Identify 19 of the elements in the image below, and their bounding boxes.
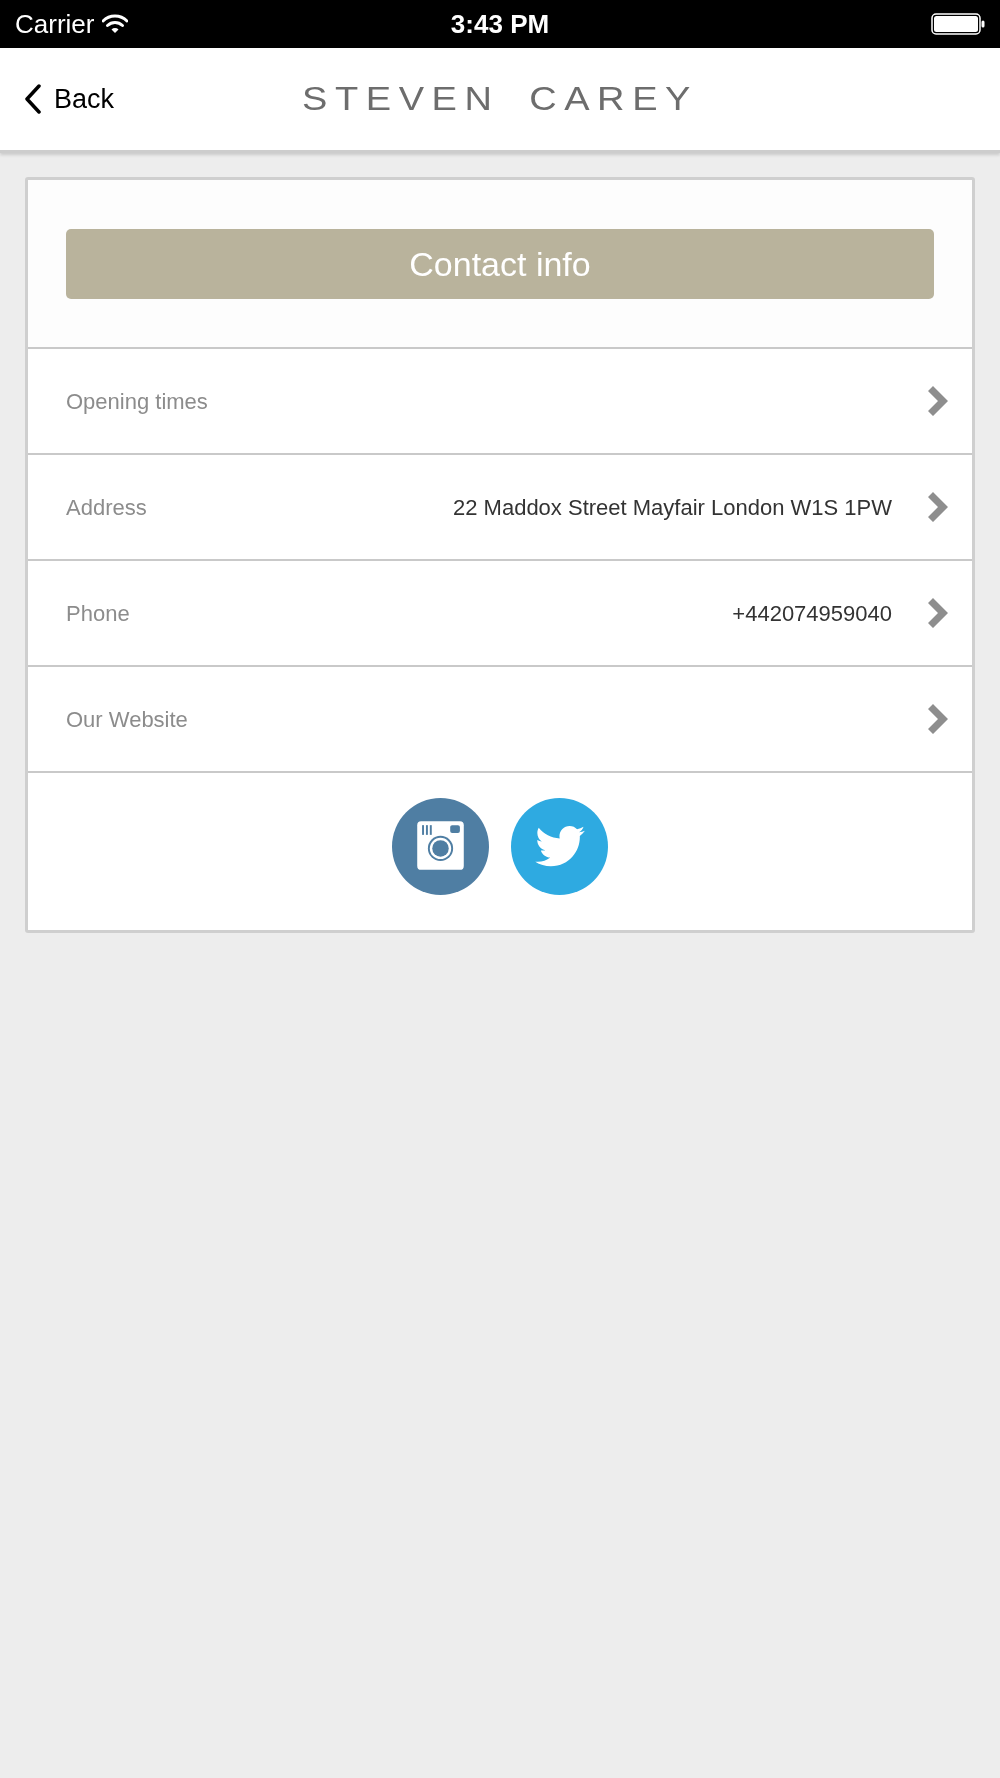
row-label: Phone	[66, 599, 130, 628]
bird-icon[interactable]	[511, 798, 608, 895]
status-time: 3:43 PM	[450, 11, 550, 37]
chevron-right-icon	[928, 598, 948, 628]
chevron-right-icon	[928, 492, 948, 522]
camera-icon[interactable]	[392, 798, 489, 895]
chevron-right-icon	[928, 386, 948, 416]
battery-icon	[931, 13, 985, 35]
row-label: Address	[66, 493, 147, 522]
chevron-right-icon	[928, 704, 948, 734]
carrier-name: Carrier	[15, 11, 95, 37]
row-value: +442074959040	[732, 599, 892, 628]
brand-logo: STEVEN CAREY	[301, 82, 699, 116]
back-button[interactable]: Back	[24, 84, 115, 114]
wifi-icon	[102, 14, 129, 34]
chevron-left-icon	[24, 84, 42, 114]
row-value: 22 Maddox Street Mayfair London W1S 1PW	[453, 493, 892, 522]
row-label: Opening times	[66, 387, 208, 416]
row-label: Our Website	[66, 705, 188, 734]
